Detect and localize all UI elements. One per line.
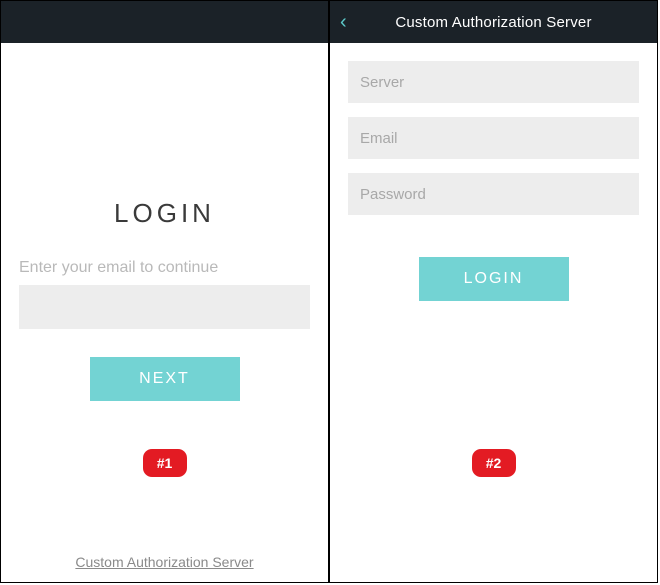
email-input[interactable] <box>348 117 639 159</box>
password-input[interactable] <box>348 173 639 215</box>
chevron-back-icon[interactable]: ‹ <box>340 12 347 32</box>
page-title: Custom Authorization Server <box>395 14 591 31</box>
header-bar <box>1 1 328 43</box>
login-screen: LOGIN Enter your email to continue NEXT … <box>0 0 329 583</box>
email-input[interactable] <box>19 285 310 329</box>
annotation-badge-2: #2 <box>472 449 516 477</box>
auth-form: LOGIN <box>348 43 639 301</box>
custom-auth-body: LOGIN #2 <box>330 43 657 582</box>
login-title: LOGIN <box>19 198 310 229</box>
custom-auth-screen: ‹ Custom Authorization Server LOGIN #2 <box>329 0 658 583</box>
login-body: LOGIN Enter your email to continue NEXT … <box>1 43 328 582</box>
server-input[interactable] <box>348 61 639 103</box>
email-prompt-label: Enter your email to continue <box>19 259 310 277</box>
login-button[interactable]: LOGIN <box>419 257 569 301</box>
custom-auth-link[interactable]: Custom Authorization Server <box>1 554 328 570</box>
next-button[interactable]: NEXT <box>90 357 240 401</box>
header-bar: ‹ Custom Authorization Server <box>330 1 657 43</box>
annotation-badge-1: #1 <box>143 449 187 477</box>
